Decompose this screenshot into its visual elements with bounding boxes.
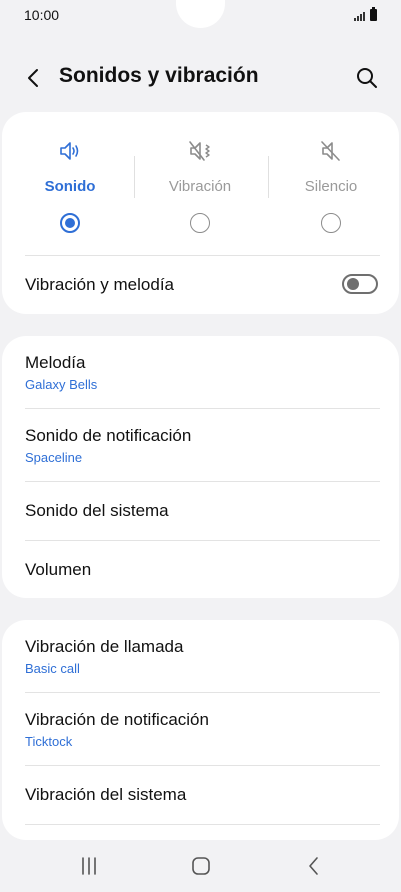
call-vibration-value: Basic call [25,661,80,676]
sound-mode-selector: Sonido Vibración Silencio [2,132,399,233]
speaker-icon [60,142,79,160]
toggle-knob [347,278,359,290]
system-vibration-row[interactable]: Vibración del sistema [2,766,399,824]
home-icon[interactable] [188,854,214,878]
volume-label: Volumen [25,560,92,579]
sound-mode-card: Sonido Vibración Silencio Vibración y me… [2,112,399,314]
ringtone-value: Galaxy Bells [25,377,98,392]
ringtone-row[interactable]: Melodía Galaxy Bells [2,336,399,408]
notification-sound-value: Spaceline [25,450,83,465]
vibrate-while-ringing-label: Vibración y melodía [25,275,174,294]
call-vibration-label: Vibración de llamada [25,637,184,656]
back-nav-icon[interactable] [301,854,327,878]
battery-icon [370,7,377,21]
vibrate-while-ringing-toggle[interactable] [342,274,378,294]
app-header: Sonidos y vibración [0,50,401,106]
sounds-card: Melodía Galaxy Bells Sonido de notificac… [2,336,399,598]
mode-sound[interactable]: Sonido [5,132,135,242]
camera-notch [176,0,225,28]
page-title: Sonidos y vibración [59,64,259,87]
notification-vibration-row[interactable]: Vibración de notificación Ticktock [2,693,399,765]
status-time: 10:00 [24,7,60,23]
vibration-card: Vibración de llamada Basic call Vibració… [2,620,399,840]
call-vibration-row[interactable]: Vibración de llamada Basic call [2,620,399,692]
navigation-bar [0,840,401,892]
divider [25,824,380,825]
mode-vibrate-radio[interactable] [190,213,210,233]
mode-vibrate[interactable]: Vibración [135,132,265,242]
system-sound-label: Sonido del sistema [25,501,169,520]
status-bar: 10:00 [0,0,401,32]
vibrate-while-ringing-row[interactable]: Vibración y melodía [2,256,399,314]
system-vibration-label: Vibración del sistema [25,785,187,804]
vibrate-icon [189,141,210,161]
mode-vibrate-label: Vibración [168,178,232,195]
volume-row[interactable]: Volumen [2,541,399,598]
notification-sound-row[interactable]: Sonido de notificación Spaceline [2,409,399,481]
ringtone-label: Melodía [25,353,86,372]
mode-sound-label: Sonido [44,178,96,195]
mute-icon [321,141,340,161]
notification-sound-label: Sonido de notificación [25,426,192,445]
notification-vibration-value: Ticktock [25,734,73,749]
mode-mute-label: Silencio [304,178,358,195]
system-sound-row[interactable]: Sonido del sistema [2,482,399,540]
mode-mute[interactable]: Silencio [266,132,396,242]
back-arrow-icon[interactable] [20,64,48,92]
recent-apps-icon[interactable] [76,854,102,878]
search-icon[interactable] [353,64,381,92]
status-icons [354,7,377,21]
signal-icon [354,12,365,21]
notification-vibration-label: Vibración de notificación [25,710,209,729]
mode-mute-radio[interactable] [321,213,341,233]
mode-sound-radio[interactable] [60,213,80,233]
